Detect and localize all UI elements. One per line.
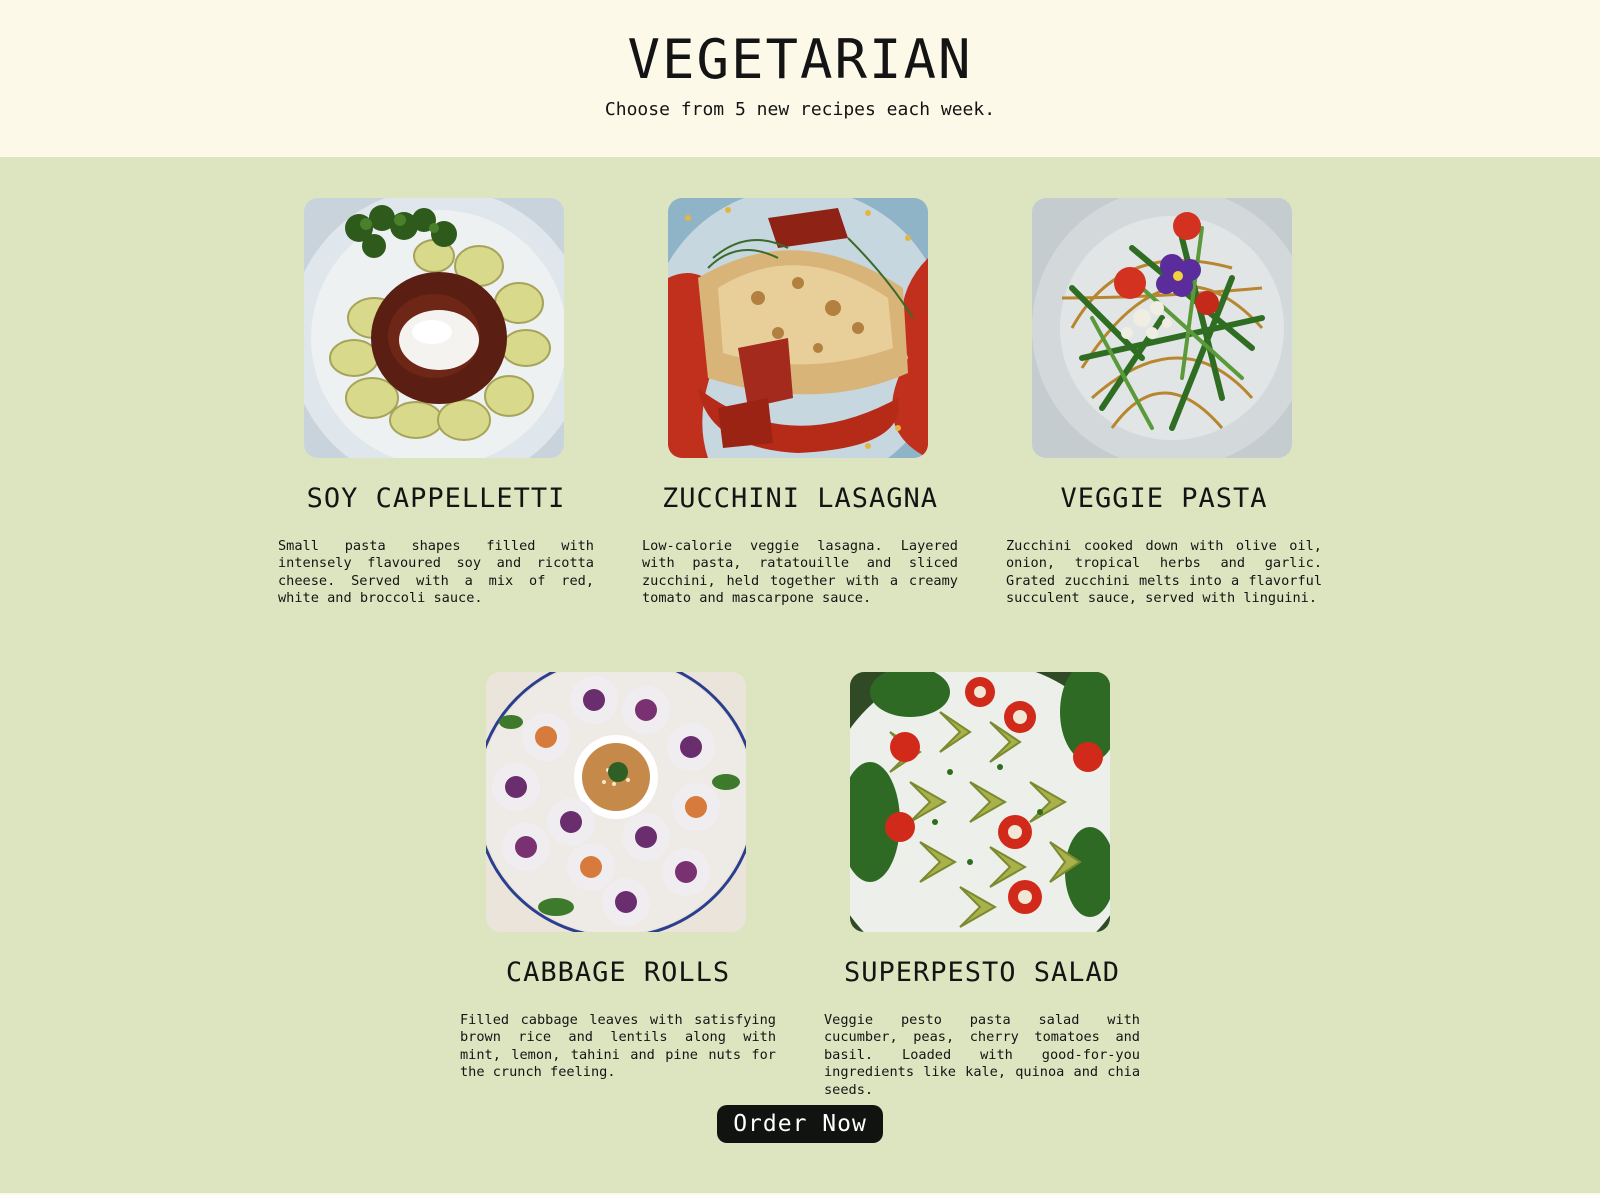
lasagna-plate-illustration	[668, 198, 928, 458]
cabbage-rolls-illustration	[486, 672, 746, 932]
recipe-photo-soy-cappelletti	[304, 198, 564, 458]
recipes-section: SOY CAPPELLETTI Small pasta shapes fille…	[0, 157, 1600, 1193]
recipe-title: VEGGIE PASTA	[1060, 483, 1268, 514]
veggie-pasta-illustration	[1032, 198, 1292, 458]
recipe-photo-zucchini-lasagna	[668, 198, 928, 458]
pesto-salad-illustration	[850, 672, 1110, 932]
recipe-description: Filled cabbage leaves with satisfying br…	[460, 1012, 776, 1081]
page-header: VEGETARIAN Choose from 5 new recipes eac…	[0, 0, 1600, 157]
recipe-description: Veggie pesto pasta salad with cucumber, …	[824, 1012, 1140, 1098]
recipe-description: Small pasta shapes filled with intensely…	[278, 538, 594, 607]
recipe-title: SOY CAPPELLETTI	[306, 483, 566, 514]
recipe-photo-cabbage-rolls	[486, 672, 746, 932]
recipe-title: CABBAGE ROLLS	[505, 957, 731, 988]
page-title: VEGETARIAN	[627, 28, 973, 91]
order-now-button[interactable]: Order Now	[717, 1105, 883, 1143]
recipe-photo-superpesto-salad	[850, 672, 1110, 932]
recipe-title: ZUCCHINI LASAGNA	[661, 483, 939, 514]
recipe-description: Zucchini cooked down with olive oil, oni…	[1006, 538, 1322, 607]
pasta-plate-illustration	[304, 198, 564, 458]
recipe-photo-veggie-pasta	[1032, 198, 1292, 458]
recipe-description: Low-calorie veggie lasagna. Layered with…	[642, 538, 958, 607]
page-subtitle: Choose from 5 new recipes each week.	[604, 99, 996, 120]
recipe-title: SUPERPESTO SALAD	[843, 957, 1121, 988]
